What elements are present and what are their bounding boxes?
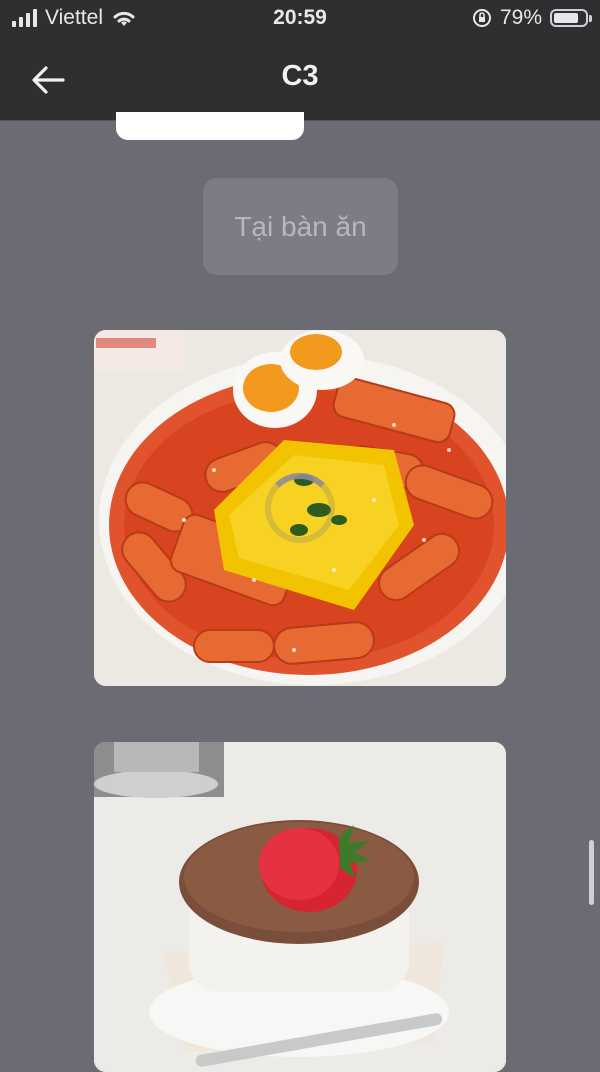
food-photo-tteokbokki[interactable] <box>94 330 506 686</box>
tiramisu-image <box>94 742 506 1072</box>
scrollbar-indicator[interactable] <box>589 840 594 905</box>
table-location-chip[interactable]: Tại bàn ăn <box>203 178 398 275</box>
status-right: 79% <box>472 6 592 30</box>
status-bar: Viettel 20:59 79% <box>0 0 600 40</box>
battery-icon <box>550 9 592 27</box>
page-title: C3 <box>281 60 319 92</box>
battery-fill <box>554 13 579 23</box>
battery-percent: 79% <box>499 6 542 29</box>
rotation-lock-icon <box>472 9 491 27</box>
top-bar: Viettel 20:59 79% C3 <box>0 0 600 121</box>
loading-spinner-icon <box>265 473 335 543</box>
food-photo-tiramisu[interactable] <box>94 742 506 1072</box>
navigation-bar: C3 <box>0 40 600 120</box>
message-bubble-partial[interactable] <box>116 112 304 140</box>
